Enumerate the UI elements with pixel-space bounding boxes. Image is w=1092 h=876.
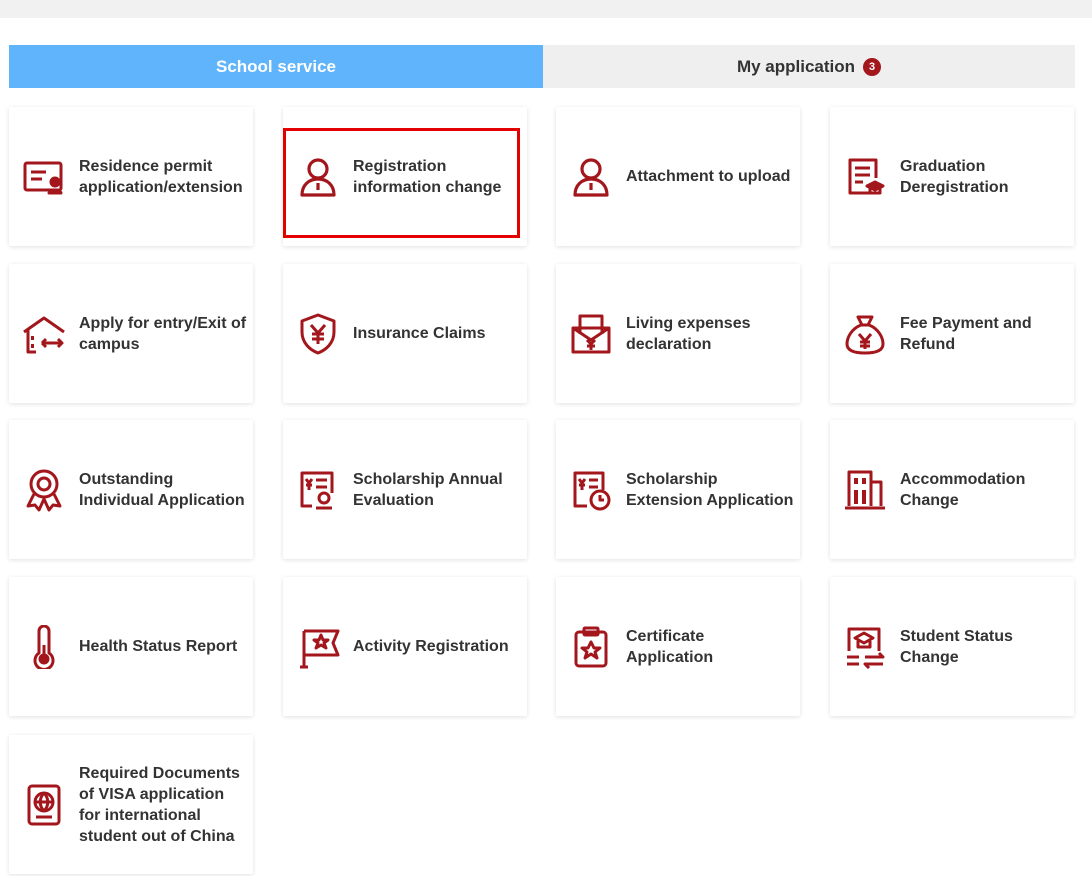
tab-my-application-label: My application (736, 56, 856, 76)
service-card-living-expenses[interactable]: Living expenses declaration (556, 264, 800, 403)
building-arrows-icon (21, 311, 67, 357)
service-card-label: Health Status Report (79, 638, 238, 655)
document-grad-cap-icon (842, 154, 888, 200)
award-ribbon-icon (21, 467, 67, 513)
thermometer-icon (21, 624, 67, 670)
service-card-certificate-application[interactable]: Certificate Application (556, 577, 800, 716)
tab-school-service-label: School service (215, 56, 336, 76)
tab-my-application[interactable]: My application 3 (543, 45, 1075, 88)
service-card-label: Scholarship Annual Evaluation (353, 470, 503, 509)
service-card-label: Outstanding Individual Application (79, 470, 245, 509)
service-card-residence-permit[interactable]: Residence permit application/extension (9, 107, 253, 246)
service-card-insurance-claims[interactable]: Insurance Claims (283, 264, 527, 403)
service-card-health-status[interactable]: Health Status Report (9, 577, 253, 716)
flag-star-icon (295, 624, 341, 670)
service-card-label: Accommodation Change (900, 470, 1026, 509)
id-card-icon (21, 154, 67, 200)
service-card-label: Insurance Claims (353, 325, 486, 342)
service-card-accommodation-change[interactable]: Accommodation Change (830, 420, 1074, 559)
service-card-label: Student Status Change (900, 627, 1013, 666)
service-card-label: Living expenses declaration (626, 314, 751, 353)
service-card-label: Scholarship Extension Application (626, 470, 794, 509)
service-card-outstanding-individual[interactable]: Outstanding Individual Application (9, 420, 253, 559)
service-card-campus-entry-exit[interactable]: Apply for entry/Exit of campus (9, 264, 253, 403)
service-card-graduation-deregistration[interactable]: Graduation Deregistration (830, 107, 1074, 246)
application-count-badge: 3 (863, 57, 882, 76)
service-card-fee-payment[interactable]: Fee Payment and Refund (830, 264, 1074, 403)
service-card-label: Activity Registration (353, 638, 509, 655)
service-card-label: Residence permit application/extension (79, 157, 243, 196)
service-card-label: Required Documents of VISA application f… (79, 764, 240, 845)
service-card-registration-info-change[interactable]: Registration information change (283, 107, 527, 246)
service-card-label: Attachment to upload (626, 168, 791, 185)
person-icon (295, 154, 341, 200)
service-card-student-status-change[interactable]: Student Status Change (830, 577, 1074, 716)
dormitory-icon (842, 467, 888, 513)
document-award-icon (295, 467, 341, 513)
service-card-scholarship-annual[interactable]: Scholarship Annual Evaluation (283, 420, 527, 559)
document-swap-icon (842, 624, 888, 670)
service-card-label: Graduation Deregistration (900, 157, 1009, 196)
envelope-yen-icon (568, 311, 614, 357)
money-bag-yen-icon (842, 311, 888, 357)
passport-icon (21, 782, 67, 828)
tab-school-service[interactable]: School service (9, 45, 543, 88)
service-card-label: Certificate Application (626, 627, 714, 666)
service-card-label: Registration information change (353, 157, 502, 196)
service-card-label: Apply for entry/Exit of campus (79, 314, 247, 353)
document-clock-icon (568, 467, 614, 513)
service-card-visa-documents[interactable]: Required Documents of VISA application f… (9, 735, 253, 874)
shield-yen-icon (295, 311, 341, 357)
service-card-activity-registration[interactable]: Activity Registration (283, 577, 527, 716)
top-bar (0, 0, 1092, 18)
service-tabs: School service My application 3 (9, 45, 1075, 88)
service-card-scholarship-extension[interactable]: Scholarship Extension Application (556, 420, 800, 559)
person-icon (568, 154, 614, 200)
clipboard-star-icon (568, 624, 614, 670)
service-card-label: Fee Payment and Refund (900, 314, 1032, 353)
service-card-attachment-upload[interactable]: Attachment to upload (556, 107, 800, 246)
